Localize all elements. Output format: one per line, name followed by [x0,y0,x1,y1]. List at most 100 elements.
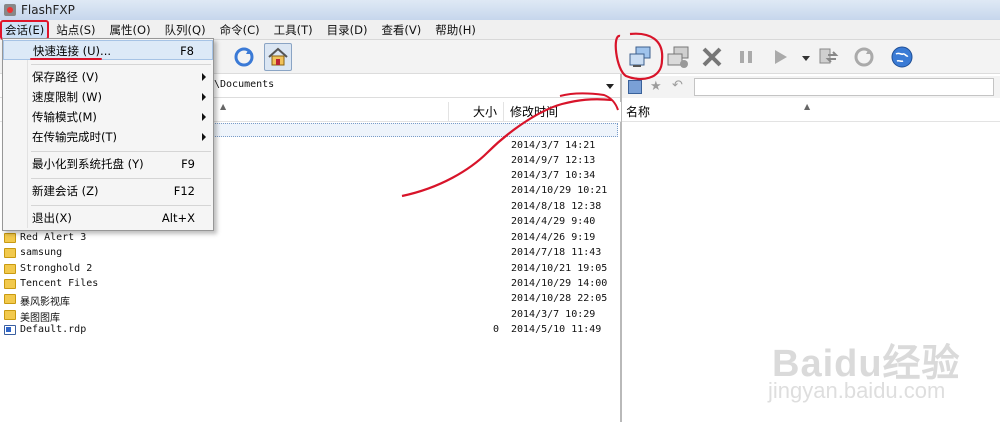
right-column-headers: ▲ 名称 [622,102,1000,122]
folder-icon [4,279,16,289]
menu-transfer-mode[interactable]: 传输模式(M) [3,107,213,127]
file-modified: 2014/3/7 14:21 [511,140,596,151]
menu-directory[interactable]: 目录(D) [320,20,375,40]
menu-tools[interactable]: 工具(T) [267,20,320,40]
file-modified: 2014/10/29 10:21 [511,185,608,196]
file-modified: 2014/7/18 11:43 [511,247,602,258]
session-menu-dropdown: 快速连接 (U)... F8 保存路径 (V) 速度限制 (W) 传输模式(M) … [2,38,214,231]
flashfxp-app-icon [4,4,16,16]
folder-icon [4,264,16,274]
submenu-arrow-icon [202,93,206,101]
file-name: 暴风影视库 [20,297,70,308]
menu-help[interactable]: 帮助(H) [428,20,483,40]
menu-shortcut: Alt+X [161,211,195,225]
abort-icon[interactable] [698,43,726,71]
file-modified: 2014/10/29 14:00 [511,278,608,289]
file-name: 美图图库 [20,313,60,324]
file-modified: 2014/5/10 11:49 [511,324,602,335]
file-name: Tencent Files [20,278,99,289]
table-row[interactable]: Tencent Files 2014/10/29 14:00 [0,277,620,292]
folder-icon [4,294,16,304]
table-row[interactable]: samsung 2014/7/18 11:43 [0,246,620,261]
table-row[interactable]: Stronghold 2 2014/10/21 19:05 [0,262,620,277]
globe-icon[interactable] [888,43,916,71]
menu-item-label: 速度限制 (W) [32,90,102,104]
submenu-arrow-icon [202,133,206,141]
menu-commands[interactable]: 命令(C) [213,20,267,40]
menu-sites[interactable]: 站点(S) [49,20,102,40]
title-bar: FlashFXP [0,0,1000,20]
column-name[interactable]: 名称 [626,102,650,122]
site-manager-icon[interactable] [628,80,642,94]
table-row[interactable]: 美图图库 2014/3/7 10:29 [0,308,620,324]
pane-divider[interactable] [620,74,622,422]
file-modified: 2014/4/26 9:19 [511,232,596,243]
menu-exit[interactable]: 退出(X) Alt+X [3,208,213,228]
menu-save-path[interactable]: 保存路径 (V) [3,67,213,87]
menu-session[interactable]: 会话(E) [0,19,50,40]
sync-browse-icon[interactable] [814,43,842,71]
flashfxp-window: FlashFXP 会话(E) 站点(S) 属性(O) 队列(Q) 命令(C) 工… [0,0,1000,422]
menu-separator [31,178,211,179]
up-folder-icon[interactable]: ↶ [672,78,683,93]
table-row[interactable]: Default.rdp 0 2014/5/10 11:49 [0,323,620,338]
table-row[interactable]: 暴风影视库 2014/10/28 22:05 [0,292,620,308]
right-path-bar: ★ ↶ [622,76,1000,98]
menu-bar: 会话(E) 站点(S) 属性(O) 队列(Q) 命令(C) 工具(T) 目录(D… [0,19,1000,40]
refresh-left-icon[interactable] [230,43,258,71]
pause-icon[interactable] [732,43,760,71]
folder-icon [4,310,16,320]
transfer-dropdown-icon[interactable] [802,56,810,61]
menu-shortcut: F9 [181,157,195,171]
file-modified: 2014/10/21 19:05 [511,263,608,274]
menu-shortcut: F12 [173,184,195,198]
menu-properties[interactable]: 属性(O) [103,20,158,40]
left-path-field[interactable]: \Documents [214,79,274,90]
menu-view[interactable]: 查看(V) [374,20,428,40]
disconnect-icon[interactable] [664,43,692,71]
home-folder-icon[interactable] [264,43,292,71]
file-modified: 2014/8/18 12:38 [511,201,602,212]
folder-icon [4,233,16,243]
watermark-url: jingyan.baidu.com [768,378,946,403]
menu-queue[interactable]: 队列(Q) [158,20,213,40]
submenu-arrow-icon [202,73,206,81]
favorites-star-icon[interactable]: ★ [650,79,662,94]
file-modified: 2014/9/7 12:13 [511,155,596,166]
file-name: Default.rdp [20,324,87,335]
menu-item-label: 在传输完成时(T) [32,130,117,144]
refresh-right-icon[interactable] [850,43,878,71]
file-modified: 2014/3/7 10:29 [511,309,596,320]
file-name: samsung [20,247,63,258]
menu-separator [31,64,211,65]
table-row[interactable]: Red Alert 3 2014/4/26 9:19 [0,231,620,246]
menu-shortcut: F8 [180,44,194,58]
column-size[interactable]: 大小 [448,102,504,122]
column-modified[interactable]: 修改时间 [510,102,558,122]
path-dropdown-icon[interactable] [606,84,614,89]
menu-item-label: 最小化到系统托盘 (Y) [32,157,144,171]
submenu-arrow-icon [202,113,206,121]
menu-new-session[interactable]: 新建会话 (Z) F12 [3,181,213,201]
transfer-play-icon[interactable] [766,43,794,71]
connect-icon[interactable] [626,43,654,71]
menu-on-transfer-complete[interactable]: 在传输完成时(T) [3,127,213,147]
file-size: 0 [492,324,499,335]
rdp-file-icon [4,325,16,335]
sort-indicator-icon: ▲ [220,102,227,111]
file-name: Red Alert 3 [20,232,87,243]
menu-quick-connect[interactable]: 快速连接 (U)... F8 [3,40,213,60]
menu-speed-limit[interactable]: 速度限制 (W) [3,87,213,107]
menu-item-label: 退出(X) [32,211,72,225]
menu-item-label: 保存路径 (V) [32,70,99,84]
right-path-field[interactable] [694,78,994,96]
menu-minimize-tray[interactable]: 最小化到系统托盘 (Y) F9 [3,154,213,174]
annotation-underline [30,58,102,60]
file-name: Stronghold 2 [20,263,93,274]
menu-item-label: 传输模式(M) [32,110,97,124]
file-modified: 2014/3/7 10:34 [511,170,596,181]
file-modified: 2014/10/28 22:05 [511,293,608,304]
window-title: FlashFXP [21,3,75,17]
menu-separator [31,151,211,152]
sort-indicator-icon: ▲ [804,102,811,111]
